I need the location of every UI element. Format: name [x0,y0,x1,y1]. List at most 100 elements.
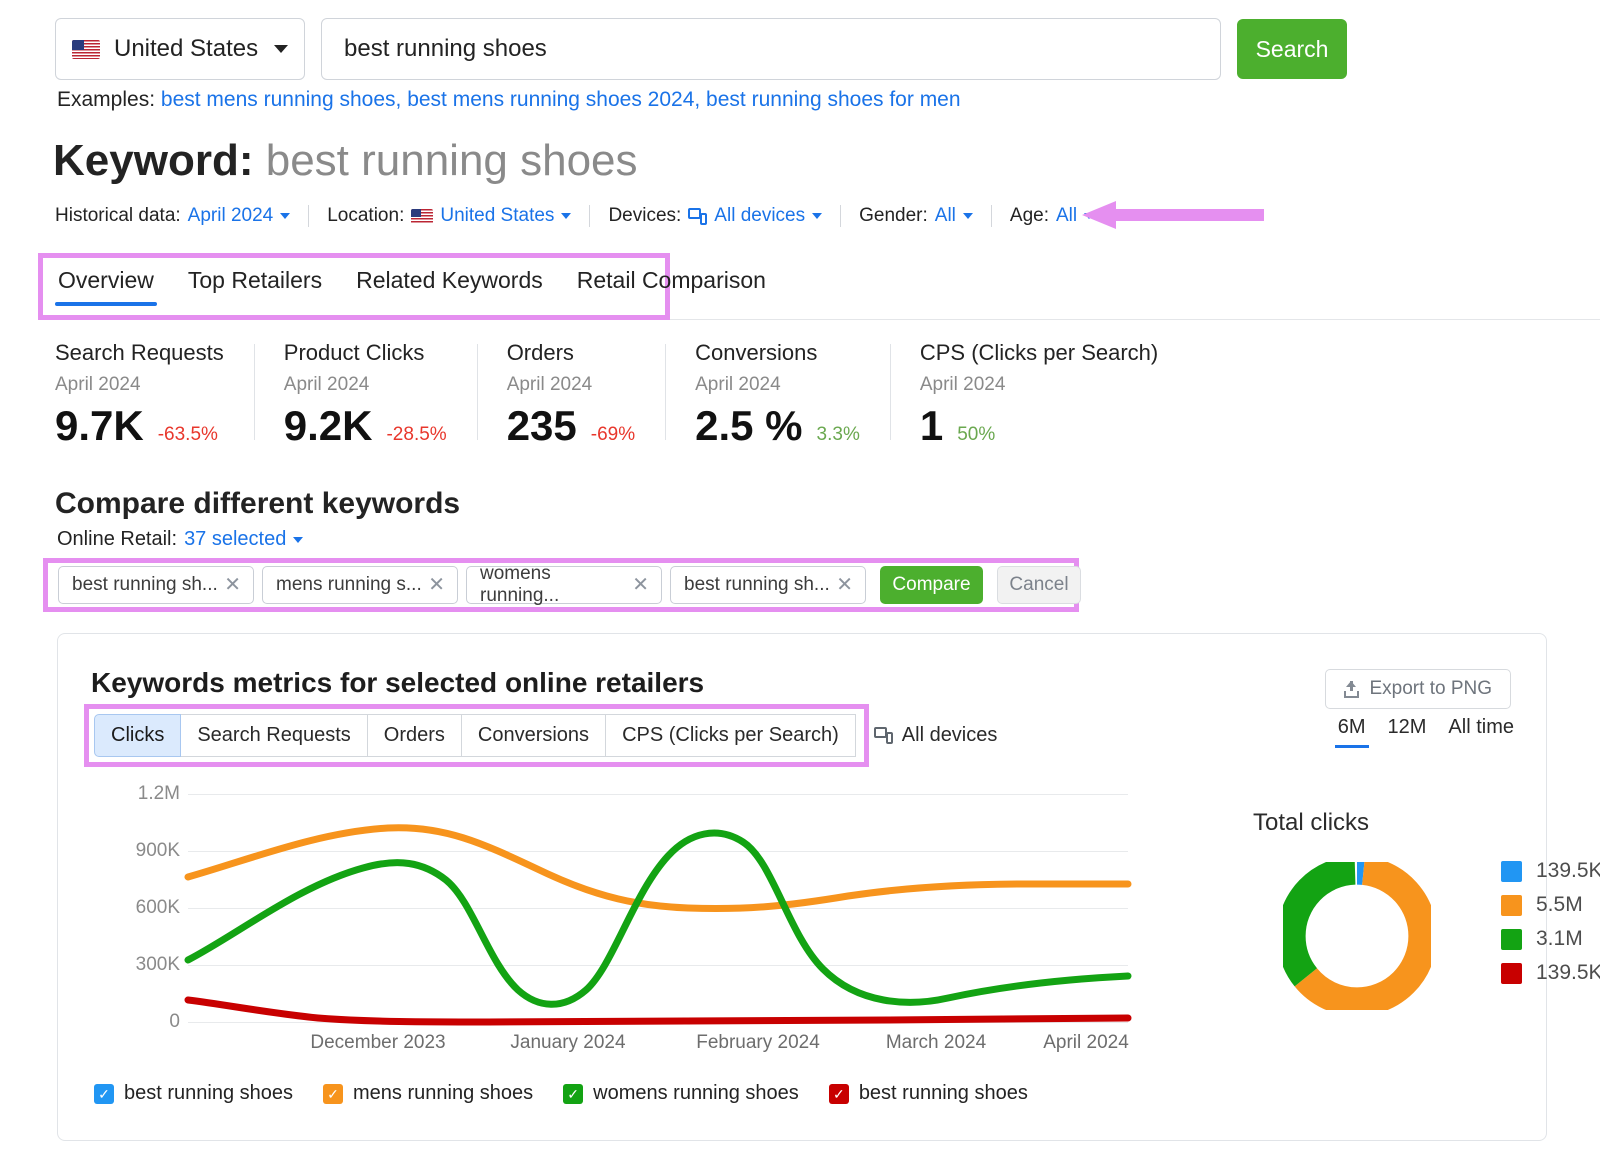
filter-location-value: United States [440,205,554,227]
checkbox-checked-icon[interactable]: ✓ [94,1084,114,1104]
tab-related-keywords[interactable]: Related Keywords [353,263,546,306]
y-axis-labels: 1.2M 900K 600K 300K 0 [88,794,180,1022]
chart-panel-title: Keywords metrics for selected online ret… [91,667,704,699]
search-input[interactable]: best running shoes [321,18,1221,80]
page-title: Keyword: best running shoes [53,136,638,186]
metric-tab-clicks[interactable]: Clicks [94,714,181,757]
color-swatch-blue [1501,861,1522,882]
legend-item-best-running-shoes-blue[interactable]: ✓ best running shoes [94,1082,293,1105]
divider [589,205,590,227]
tabs-underline [670,319,1600,320]
chevron-down-icon [561,213,571,219]
legend-item-womens-running-shoes[interactable]: ✓ womens running shoes [563,1082,799,1105]
country-name: United States [114,35,260,63]
kpi-conversions: Conversions April 2024 2.5 % 3.3% [665,340,890,450]
metric-tab-conversions[interactable]: Conversions [462,714,606,757]
online-retail-selector[interactable]: Online Retail: 37 selected [57,528,303,551]
legend-label: best running shoes [859,1082,1028,1105]
export-button-label: Export to PNG [1370,678,1493,700]
metric-tab-search-requests[interactable]: Search Requests [181,714,367,757]
close-icon[interactable]: ✕ [632,575,649,595]
tab-retail-comparison[interactable]: Retail Comparison [574,263,769,306]
filter-gender[interactable]: Gender: All [859,205,973,227]
checkbox-checked-icon[interactable]: ✓ [563,1084,583,1104]
kpi-value: 9.7K [55,402,144,450]
checkbox-checked-icon[interactable]: ✓ [323,1084,343,1104]
range-tab-all-time[interactable]: All time [1448,716,1514,748]
color-swatch-green [1501,929,1522,950]
filter-location[interactable]: Location: United States [327,205,571,227]
filter-gender-value: All [935,205,956,227]
donut-legend: 139.5K 5.5M 3.1M 139.5K [1501,859,1600,985]
kpi-period: April 2024 [55,374,224,396]
close-icon[interactable]: ✕ [836,575,853,595]
compare-heading: Compare different keywords [55,487,460,521]
legend-item-mens-running-shoes[interactable]: ✓ mens running shoes [323,1082,533,1105]
filter-historical-value: April 2024 [188,205,274,227]
kpi-cps: CPS (Clicks per Search) April 2024 1 50% [890,340,1188,450]
keyword-chip[interactable]: best running sh... ✕ [58,566,254,604]
legend-item-best-running-shoes-red[interactable]: ✓ best running shoes [829,1082,1028,1105]
kpi-period: April 2024 [920,374,1158,396]
kpi-period: April 2024 [695,374,860,396]
export-to-png-button[interactable]: Export to PNG [1325,669,1512,709]
tab-top-retailers[interactable]: Top Retailers [185,263,325,306]
filter-devices-value: All devices [714,205,805,227]
range-tab-12m[interactable]: 12M [1388,716,1427,748]
kpi-label: Orders [507,340,635,366]
chart-devices-label: All devices [902,724,998,747]
y-tick: 1.2M [138,783,180,805]
x-tick: February 2024 [696,1032,820,1054]
legend-label: womens running shoes [593,1082,799,1105]
keyword-chip[interactable]: womens running... ✕ [466,566,662,604]
filter-devices[interactable]: Devices: All devices [608,205,822,227]
donut-legend-item: 3.1M [1501,927,1600,951]
donut-legend-item: 139.5K [1501,961,1600,985]
checkbox-checked-icon[interactable]: ✓ [829,1084,849,1104]
examples-label: Examples: [57,88,155,111]
kpi-orders: Orders April 2024 235 -69% [477,340,665,450]
chevron-down-icon [280,213,290,219]
kpi-label: CPS (Clicks per Search) [920,340,1158,366]
metric-tab-cps[interactable]: CPS (Clicks per Search) [606,714,856,757]
filter-age-label: Age: [1010,205,1049,227]
keyword-chip[interactable]: best running sh... ✕ [670,566,866,604]
filter-historical-data[interactable]: Historical data: April 2024 [55,205,290,227]
kpi-value: 2.5 % [695,402,802,450]
donut-legend-value: 3.1M [1536,927,1583,951]
divider [308,205,309,227]
donut-legend-item: 139.5K [1501,859,1600,883]
search-bar: United States best running shoes Search [55,18,1347,80]
metric-tab-orders[interactable]: Orders [368,714,462,757]
search-button[interactable]: Search [1237,19,1347,79]
cancel-button[interactable]: Cancel [997,566,1081,604]
country-selector[interactable]: United States [55,18,305,80]
tab-overview[interactable]: Overview [55,263,157,306]
keyword-chip-label: best running sh... [72,574,218,596]
close-icon[interactable]: ✕ [428,575,445,595]
kpi-value: 9.2K [284,402,373,450]
us-flag-icon [72,40,100,59]
keyword-chip-label: best running sh... [684,574,830,596]
keyword-chip[interactable]: mens running s... ✕ [262,566,458,604]
donut-legend-value: 139.5K [1536,961,1600,985]
examples-row: Examples: best mens running shoes, best … [57,88,961,112]
section-tabs: Overview Top Retailers Related Keywords … [55,263,769,306]
donut-legend-value: 5.5M [1536,893,1583,917]
chart-devices-toggle[interactable]: All devices [874,724,998,747]
keyword-chip-label: womens running... [480,563,632,607]
series-line-best-running-shoes-red [188,1000,1128,1022]
divider [991,205,992,227]
us-flag-icon [411,209,433,224]
compare-button[interactable]: Compare [880,566,983,604]
keyword-chip-row: best running sh... ✕ mens running s... ✕… [58,566,1081,604]
legend-label: mens running shoes [353,1082,533,1105]
x-tick: April 2024 [1043,1032,1129,1054]
range-tab-6m[interactable]: 6M [1338,716,1366,748]
page-title-value: best running shoes [266,136,638,185]
close-icon[interactable]: ✕ [224,575,241,595]
kpi-value: 235 [507,402,577,450]
devices-icon [688,208,707,225]
y-tick: 600K [136,897,180,919]
example-keyword-links[interactable]: best mens running shoes, best mens runni… [161,88,961,111]
